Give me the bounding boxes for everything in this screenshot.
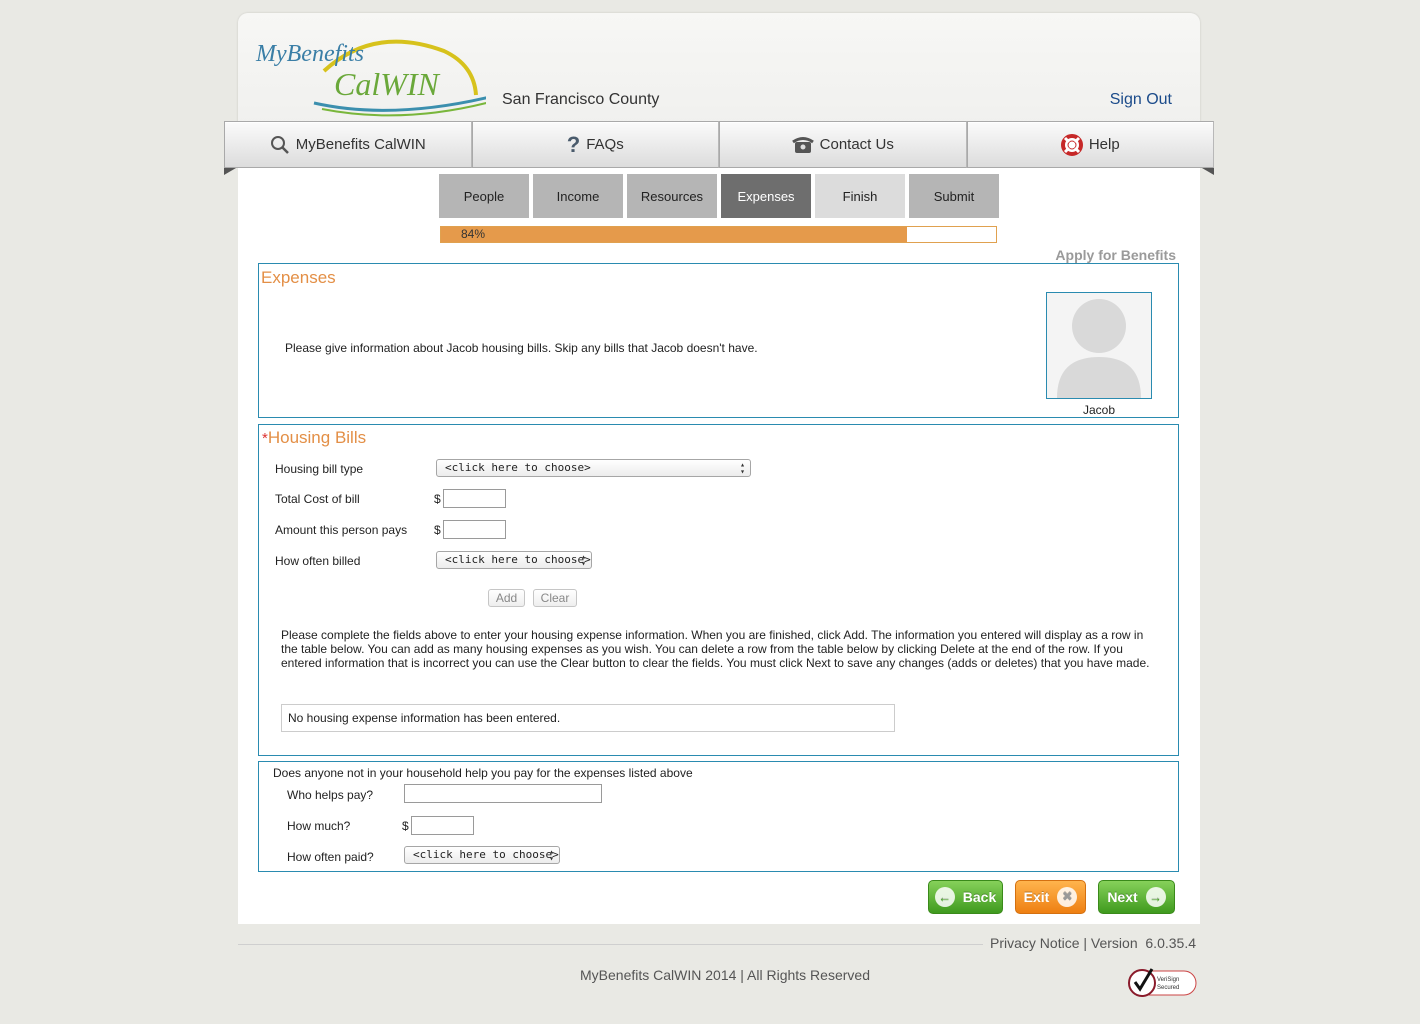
expenses-instruction: Please give information about Jacob hous… [285, 341, 758, 355]
search-icon [270, 135, 289, 154]
expenses-title: Expenses [261, 268, 336, 287]
avatar [1046, 292, 1152, 399]
question-icon: ? [566, 131, 581, 157]
outside-help-question: Does anyone not in your household help y… [273, 766, 693, 780]
currency-symbol: $ [434, 492, 441, 506]
step-expenses[interactable]: Expenses [721, 174, 811, 218]
housing-bills-title: *Housing Bills [262, 428, 366, 448]
exit-button-label: Exit [1023, 889, 1050, 905]
expenses-section: Expenses Please give information about J… [258, 263, 1179, 418]
select-value: <click here to choose> [445, 461, 591, 474]
housing-help-text: Please complete the fields above to ente… [281, 628, 1150, 670]
footer-divider [238, 944, 983, 945]
total-cost-input[interactable] [443, 489, 506, 508]
housing-bill-type-label: Housing bill type [275, 462, 364, 476]
nav-label: Contact Us [819, 136, 894, 153]
nav-corner-decoration [1202, 168, 1214, 175]
how-often-billed-select[interactable]: <click here to choose> ▴ ▾ [436, 551, 592, 569]
back-button[interactable]: ← Back [928, 880, 1003, 914]
step-tabs: People Income Resources Expenses Finish … [439, 174, 999, 218]
sign-out-link[interactable]: Sign Out [1110, 91, 1172, 109]
badge-line1: VeriSign [1157, 977, 1179, 983]
main-nav: MyBenefits CalWIN ? FAQs Contact Us Help [224, 121, 1214, 168]
step-resources[interactable]: Resources [627, 174, 717, 218]
next-button[interactable]: Next → [1098, 880, 1175, 914]
amount-person-pays-input[interactable] [443, 520, 506, 539]
step-submit[interactable]: Submit [909, 174, 999, 218]
outside-help-section: Does anyone not in your household help y… [258, 761, 1179, 872]
currency-symbol: $ [434, 523, 441, 537]
nav-label: Help [1088, 136, 1120, 153]
main-panel: People Income Resources Expenses Finish … [238, 168, 1200, 924]
who-helps-pay-label: Who helps pay? [287, 788, 374, 802]
progress-bar: 84% [440, 226, 997, 243]
housing-expense-table-empty: No housing expense information has been … [281, 704, 895, 732]
housing-bills-title-text: Housing Bills [267, 428, 367, 447]
badge-line2: Secured [1157, 985, 1179, 991]
back-button-label: Back [962, 889, 997, 905]
footer-links: Privacy Notice | Version 6.0.35.4 [990, 935, 1196, 951]
verisign-secured-badge[interactable]: VeriSign Secured [1126, 966, 1198, 998]
total-cost-label: Total Cost of bill [275, 492, 360, 506]
arrow-left-icon: ← [934, 887, 955, 907]
logo-text-my: MyBenefits [255, 41, 364, 67]
lifebuoy-icon [1060, 133, 1083, 156]
next-button-label: Next [1107, 889, 1138, 905]
how-much-label: How much? [287, 819, 351, 833]
privacy-notice-link[interactable]: Privacy Notice [990, 935, 1079, 951]
select-arrows-icon: ▴ ▾ [581, 552, 586, 568]
step-income[interactable]: Income [533, 174, 623, 218]
page-title: Apply for Benefits [1055, 247, 1176, 263]
exit-button[interactable]: Exit ✖ [1015, 880, 1086, 914]
select-arrows-icon: ▴ ▾ [549, 847, 554, 863]
nav-faqs[interactable]: ? FAQs [471, 121, 719, 168]
currency-symbol: $ [402, 819, 409, 833]
person-silhouette-icon [1057, 299, 1141, 398]
who-helps-pay-input[interactable] [404, 784, 602, 803]
select-value: <click here to choose> [445, 553, 591, 566]
how-much-input[interactable] [411, 816, 474, 835]
housing-bills-section: *Housing Bills Housing bill type <click … [258, 424, 1179, 756]
how-often-paid-label: How often paid? [287, 850, 374, 864]
footer-separator: | [1083, 935, 1088, 951]
nav-label: MyBenefits CalWIN [295, 136, 426, 153]
how-often-paid-select[interactable]: <click here to choose> ▴ ▾ [404, 846, 560, 864]
close-icon: ✖ [1057, 887, 1078, 907]
nav-corner-decoration [224, 168, 236, 175]
logo-text-cal: CalWIN [334, 66, 441, 102]
version-label: Version [1090, 935, 1138, 951]
progress-fill: 84% [441, 227, 908, 242]
select-arrows-icon: ▴ ▾ [740, 460, 745, 476]
clear-button[interactable]: Clear [533, 589, 577, 607]
nav-label: FAQs [586, 136, 624, 153]
phone-icon [791, 136, 814, 153]
mybenefits-calwin-logo: MyBenefits CalWIN [255, 39, 486, 117]
copyright-text: MyBenefits CalWIN 2014 | All Rights Rese… [580, 967, 870, 983]
nav-help[interactable]: Help [966, 121, 1214, 168]
step-people[interactable]: People [439, 174, 529, 218]
step-finish[interactable]: Finish [815, 174, 905, 218]
add-button[interactable]: Add [488, 589, 525, 607]
select-value: <click here to choose> [413, 848, 559, 861]
nav-contact[interactable]: Contact Us [719, 121, 967, 168]
county-name: San Francisco County [502, 91, 660, 108]
person-name: Jacob [1082, 403, 1116, 417]
housing-bill-type-select[interactable]: <click here to choose> ▴ ▾ [436, 459, 751, 477]
version-number: 6.0.35.4 [1145, 935, 1196, 951]
nav-mybenefits[interactable]: MyBenefits CalWIN [224, 121, 472, 168]
amount-person-pays-label: Amount this person pays [275, 523, 408, 537]
how-often-billed-label: How often billed [275, 554, 361, 568]
arrow-right-icon: → [1145, 887, 1166, 907]
